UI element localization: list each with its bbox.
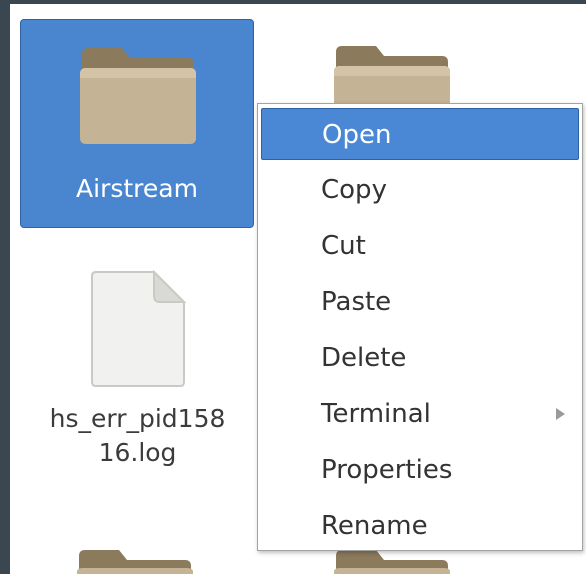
- menu-item-properties[interactable]: Properties: [261, 444, 579, 496]
- menu-item-label: Open: [322, 120, 392, 150]
- folder-airstream[interactable]: Airstream: [20, 19, 254, 228]
- menu-item-label: Properties: [321, 455, 453, 485]
- context-menu: Open Copy Cut Paste Delete Terminal Prop…: [257, 103, 583, 551]
- folder-label: Airstream: [76, 174, 198, 203]
- file-label-line2: 16.log: [98, 438, 177, 467]
- menu-item-label: Copy: [321, 175, 387, 205]
- folder-icon: [80, 48, 196, 144]
- menu-item-delete[interactable]: Delete: [261, 332, 579, 384]
- text-file-icon: [91, 270, 187, 387]
- file-view: Airstream hs_err_pid158 16.log Open Copy…: [10, 4, 586, 574]
- menu-item-label: Terminal: [321, 399, 431, 429]
- folder-icon: [77, 550, 193, 574]
- folder-item[interactable]: [70, 544, 200, 574]
- menu-item-label: Rename: [321, 511, 428, 541]
- menu-item-label: Delete: [321, 343, 407, 373]
- file-label-line1: hs_err_pid158: [49, 404, 226, 433]
- menu-item-cut[interactable]: Cut: [261, 220, 579, 272]
- menu-item-open[interactable]: Open: [261, 108, 579, 160]
- menu-item-label: Paste: [321, 287, 392, 317]
- folder-icon: [334, 46, 450, 112]
- menu-item-copy[interactable]: Copy: [261, 164, 579, 216]
- menu-item-rename[interactable]: Rename: [261, 500, 579, 552]
- menu-item-label: Cut: [321, 231, 366, 261]
- menu-item-terminal[interactable]: Terminal: [261, 388, 579, 440]
- submenu-arrow-icon: [556, 408, 565, 420]
- file-hs-err-log[interactable]: hs_err_pid158 16.log: [30, 266, 245, 486]
- folder-item[interactable]: [315, 42, 450, 112]
- menu-item-paste[interactable]: Paste: [261, 276, 579, 328]
